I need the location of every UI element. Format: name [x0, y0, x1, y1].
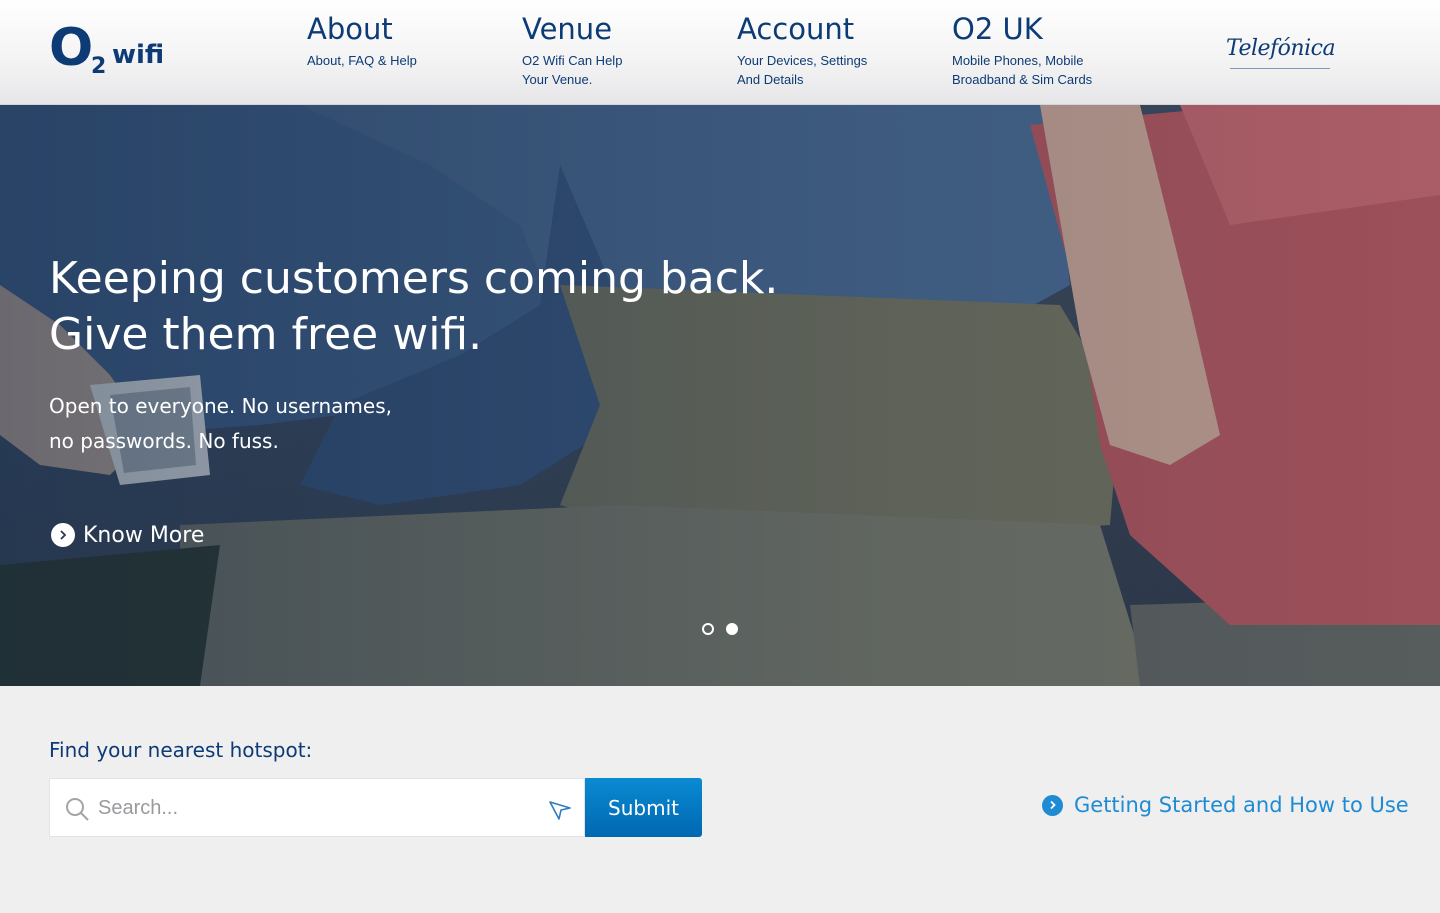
nav-o2uk-title[interactable]: O2 UK [952, 12, 1122, 46]
nav-o2uk-sub-line1: Mobile Phones, Mobile [952, 53, 1084, 68]
location-arrow-icon[interactable] [547, 797, 573, 823]
nav-item-venue[interactable]: Venue O2 Wifi Can Help Your Venue. [522, 12, 692, 89]
nav-venue-sub[interactable]: O2 Wifi Can Help Your Venue. [522, 51, 692, 89]
nav-item-account[interactable]: Account Your Devices, Settings And Detai… [737, 12, 907, 89]
submit-button[interactable]: Submit [585, 778, 702, 837]
telefonica-logo[interactable]: Telefónica [1226, 36, 1336, 72]
find-hotspot-label: Find your nearest hotspot: [49, 738, 313, 762]
nav-about-sub[interactable]: About, FAQ & Help [307, 51, 477, 70]
nav-o2uk-sub[interactable]: Mobile Phones, Mobile Broadband & Sim Ca… [952, 51, 1122, 89]
carousel-dot-2[interactable] [726, 623, 738, 635]
know-more-label: Know More [83, 522, 205, 548]
hero-headline-line2: Give them free wifi. [49, 309, 483, 360]
nav-about-title[interactable]: About [307, 12, 477, 46]
hero-headline: Keeping customers coming back. Give them… [49, 251, 779, 363]
getting-started-label: Getting Started and How to Use [1074, 793, 1409, 817]
telefonica-underline [1230, 68, 1330, 69]
nav-o2uk-sub-line2: Broadband & Sim Cards [952, 72, 1093, 87]
nav-item-o2-uk[interactable]: O2 UK Mobile Phones, Mobile Broadband & … [952, 12, 1122, 89]
chevron-right-icon [51, 523, 75, 547]
search-input[interactable] [98, 791, 528, 825]
telefonica-wordmark: Telefónica [1226, 36, 1336, 61]
hero-body-line2: no passwords. No fuss. [49, 429, 279, 453]
o2-wifi-logo[interactable]: O 2 wifi [49, 22, 169, 82]
search-icon [64, 796, 90, 822]
nav-account-title[interactable]: Account [737, 12, 907, 46]
logo-2: 2 [91, 54, 107, 79]
carousel-dots [702, 623, 738, 635]
nav-venue-sub-line2: Your Venue. [522, 72, 593, 87]
logo-wifi: wifi [112, 40, 165, 70]
logo-o: O [49, 18, 94, 78]
site-header: O 2 wifi About About, FAQ & Help Venue O… [0, 0, 1440, 105]
know-more-link[interactable]: Know More [51, 520, 204, 550]
nav-account-sub-line1: Your Devices, Settings [737, 53, 868, 68]
carousel-dot-1[interactable] [702, 623, 714, 635]
nav-account-sub[interactable]: Your Devices, Settings And Details [737, 51, 907, 89]
hero-body-line1: Open to everyone. No usernames, [49, 394, 392, 418]
nav-item-about[interactable]: About About, FAQ & Help [307, 12, 477, 70]
hero-body-text: Open to everyone. No usernames, no passw… [49, 389, 449, 459]
nav-venue-title[interactable]: Venue [522, 12, 692, 46]
nav-account-sub-line2: And Details [737, 72, 804, 87]
chevron-right-icon [1042, 794, 1063, 816]
hero-headline-line1: Keeping customers coming back. [49, 253, 779, 304]
hero-banner: Keeping customers coming back. Give them… [0, 105, 1440, 686]
nav-venue-sub-line1: O2 Wifi Can Help [522, 53, 623, 68]
getting-started-link[interactable]: Getting Started and How to Use [1042, 793, 1409, 817]
hotspot-search-box[interactable] [49, 778, 585, 837]
